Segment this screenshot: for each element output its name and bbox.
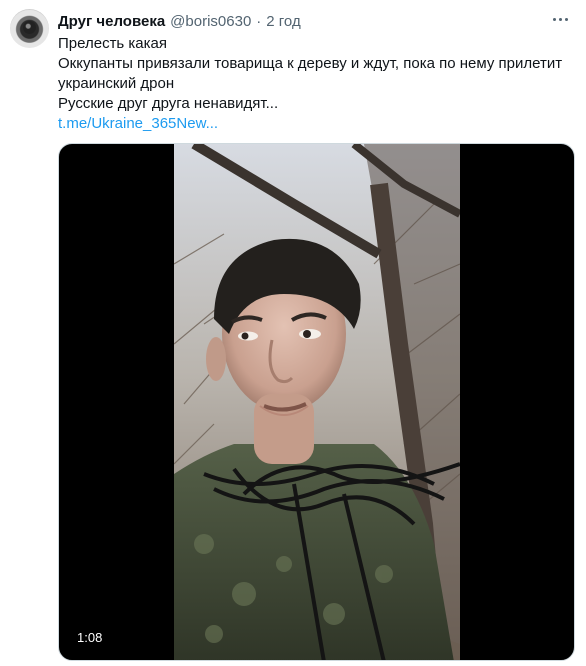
author-handle[interactable]: @boris0630 [170, 13, 251, 30]
tweet-timestamp[interactable]: 2 год [266, 13, 300, 30]
separator-dot: · [256, 12, 262, 30]
more-horizontal-icon [552, 17, 556, 21]
video-frame[interactable] [174, 144, 460, 660]
tweet-link[interactable]: t.me/Ukraine_365New... [58, 115, 218, 132]
video-duration: 1:08 [71, 628, 109, 648]
tweet-text-line: Прелесть какая [58, 35, 168, 52]
tweet-text: Прелесть какая Оккупанты привязали товар… [58, 34, 573, 134]
tweet-header: Друг человека @boris0630 · 2 год [58, 11, 301, 31]
author-name[interactable]: Друг человека [58, 13, 165, 30]
tweet-text-line: Русские друг друга ненавидят... [58, 95, 279, 112]
more-options-button[interactable] [547, 9, 573, 29]
tweet-text-line: Оккупанты привязали товарища к дереву и … [58, 55, 563, 92]
video-still-image [174, 144, 460, 660]
video-player[interactable]: 1:08 [58, 143, 575, 661]
tweet[interactable]: Друг человека @boris0630 · 2 год Прелест… [0, 0, 586, 666]
avatar[interactable] [10, 9, 49, 48]
